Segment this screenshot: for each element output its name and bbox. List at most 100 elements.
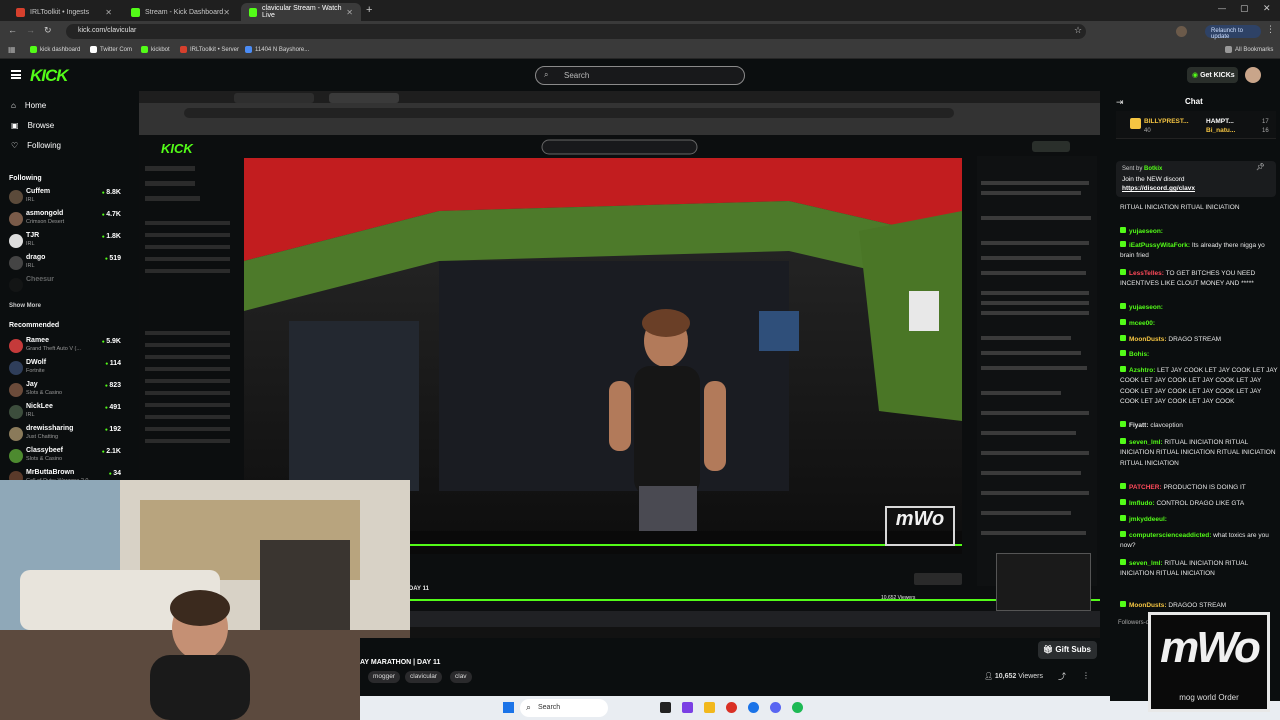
- all-bookmarks[interactable]: All Bookmarks: [1225, 46, 1273, 53]
- bookmark-kick-dashboard[interactable]: kick dashboard: [30, 46, 80, 53]
- sidebar-channel[interactable]: DWolf Fortnite 114: [9, 358, 121, 378]
- chat-username[interactable]: yujaeseon:: [1129, 228, 1163, 235]
- profile-avatar[interactable]: [1176, 26, 1187, 37]
- bookmark-twitter[interactable]: Twitter Com: [90, 46, 132, 53]
- chat-username[interactable]: seven_lml:: [1129, 439, 1163, 446]
- sidebar-channel[interactable]: Cheesur: [9, 275, 121, 295]
- app-icon[interactable]: [726, 702, 737, 713]
- kick-favicon-icon: [131, 7, 140, 17]
- chat-badge-icon: [1120, 366, 1126, 372]
- app-icon[interactable]: [682, 702, 693, 713]
- chat-username[interactable]: yujaeseon:: [1129, 304, 1163, 311]
- close-tab-icon[interactable]: ✕: [105, 8, 112, 17]
- menu-dots-icon[interactable]: ⋮: [1266, 24, 1275, 35]
- sidebar-channel[interactable]: Ramee Grand Theft Auto V (... 5.9K: [9, 336, 121, 356]
- user-avatar[interactable]: [1245, 67, 1261, 83]
- webcam-frame: [0, 480, 410, 720]
- watermark-subtext: mog world Order: [1179, 693, 1239, 702]
- spotify-icon[interactable]: [792, 702, 803, 713]
- bookmark-irltoolkit-server[interactable]: IRLToolkit • Server: [180, 46, 239, 53]
- pinned-message[interactable]: Sent by Botkix 📌︎ Join the NEW discord h…: [1116, 161, 1276, 197]
- chat-text: DRAGOO STREAM: [1168, 602, 1227, 609]
- taskbar-search[interactable]: ⌕ Search: [520, 699, 608, 717]
- nested-watermark-box: [996, 553, 1091, 611]
- browser-tab-clavicular[interactable]: clavicular Stream - Watch Live ✕: [241, 3, 361, 21]
- back-icon[interactable]: ←: [8, 25, 17, 35]
- browser-tab-bar: IRLToolkit • Ingests ✕ Stream - Kick Das…: [0, 0, 1280, 21]
- pinned-link[interactable]: https://discord.gg/clavx: [1122, 184, 1195, 194]
- get-kicks-button[interactable]: ◉ Get KICKs: [1187, 67, 1238, 83]
- sidebar-channel[interactable]: Classybeef Slots & Casino 2.1K: [9, 446, 121, 466]
- channel-category: Slots & Casino: [26, 456, 63, 462]
- tag-mogger[interactable]: mogger: [368, 671, 401, 683]
- nav-following[interactable]: ♡ Following: [11, 141, 61, 150]
- chat-username[interactable]: computerscienceaddicted:: [1129, 532, 1211, 539]
- viewers-label: Viewers: [1018, 673, 1043, 680]
- nav-home[interactable]: ⌂ Home: [11, 101, 46, 110]
- chat-username[interactable]: LessTelles:: [1129, 270, 1164, 277]
- kick-logo[interactable]: KICK: [30, 66, 69, 86]
- recommended-heading: Recommended: [9, 322, 60, 329]
- top-gifter-3[interactable]: Bi_natu...: [1206, 126, 1235, 136]
- channel-avatar: [9, 278, 23, 292]
- share-icon[interactable]: ⤴: [1058, 671, 1066, 682]
- browser-tab-kick-dashboard[interactable]: Stream - Kick Dashboard ✕: [123, 3, 238, 21]
- sidebar-channel[interactable]: asmongold Crimson Desert 4.7K: [9, 209, 121, 229]
- tag-clav[interactable]: clav: [450, 671, 472, 683]
- sidebar-channel[interactable]: Cuffem IRL 8.8K: [9, 187, 121, 207]
- chat-username[interactable]: Azshtro:: [1129, 367, 1155, 374]
- top-gifter-1-count: 40: [1144, 128, 1151, 134]
- chat-username[interactable]: PATCHER:: [1129, 484, 1162, 491]
- chat-username[interactable]: jmkyddeeul:: [1129, 516, 1167, 523]
- gift-subs-button[interactable]: 🎁︎ Gift Subs: [1038, 641, 1097, 659]
- windows-start-icon[interactable]: [503, 702, 514, 713]
- tag-clavicular[interactable]: clavicular: [405, 671, 443, 683]
- chat-username[interactable]: MoonDusts:: [1129, 602, 1167, 609]
- maximize-icon[interactable]: ▢: [1240, 3, 1249, 14]
- task-view-icon[interactable]: [660, 702, 671, 713]
- apps-grid-icon[interactable]: ▦: [8, 45, 16, 54]
- chat-username[interactable]: iEatPussyWitaFork:: [1129, 242, 1190, 249]
- nav-browse[interactable]: ▣ Browse: [11, 121, 54, 130]
- nav-label: Browse: [27, 121, 55, 130]
- chat-username[interactable]: lmfludo:: [1129, 500, 1155, 507]
- relaunch-button[interactable]: Relaunch to update: [1205, 25, 1261, 40]
- file-explorer-icon[interactable]: [704, 702, 715, 713]
- sidebar-channel[interactable]: drago IRL 519: [9, 253, 121, 273]
- chat-username[interactable]: Bohis:: [1129, 351, 1149, 358]
- chrome-icon[interactable]: [748, 702, 759, 713]
- close-tab-icon[interactable]: ✕: [346, 8, 353, 17]
- show-more-button[interactable]: Show More: [9, 303, 41, 309]
- sidebar-channel[interactable]: TJR IRL 1.8K: [9, 231, 121, 251]
- tab-label: Stream - Kick Dashboard: [145, 8, 224, 16]
- close-tab-icon[interactable]: ✕: [223, 8, 230, 17]
- browser-tab-irltoolkit[interactable]: IRLToolkit • Ingests ✕: [8, 3, 120, 21]
- chat-username[interactable]: Fiyatt:: [1129, 422, 1149, 429]
- sidebar-channel[interactable]: Jay Slots & Casino 823: [9, 380, 121, 400]
- new-tab-icon[interactable]: +: [366, 4, 372, 16]
- hamburger-menu-icon[interactable]: [11, 70, 21, 79]
- close-window-icon[interactable]: ✕: [1263, 3, 1271, 14]
- minimize-icon[interactable]: —: [1218, 4, 1226, 13]
- collapse-chat-icon[interactable]: ⇥: [1116, 97, 1124, 107]
- chat-username[interactable]: MoonDusts:: [1129, 336, 1167, 343]
- reload-icon[interactable]: ↻: [44, 25, 52, 36]
- discord-icon[interactable]: [770, 702, 781, 713]
- sidebar-channel[interactable]: drewissharing Just Chatting 192: [9, 424, 121, 444]
- pin-icon[interactable]: 📌︎: [1256, 163, 1265, 173]
- chat-badge-icon: [1120, 515, 1126, 521]
- bookmark-kickbot[interactable]: kickbot: [141, 46, 170, 53]
- forward-icon[interactable]: →: [26, 25, 35, 35]
- chat-username[interactable]: seven_lml:: [1129, 560, 1163, 567]
- url-field[interactable]: kick.com/clavicular: [66, 24, 1086, 39]
- bookmark-star-icon[interactable]: ☆: [1074, 25, 1082, 36]
- bookmark-bayshore[interactable]: 11404 N Bayshore...: [245, 46, 309, 53]
- more-options-icon[interactable]: ⋮: [1082, 671, 1090, 680]
- search-input[interactable]: ⌕ Search: [535, 66, 745, 85]
- tab-label: clavicular Stream - Watch Live: [262, 5, 342, 19]
- chat-username[interactable]: mcee00:: [1129, 320, 1155, 327]
- nav-label: Home: [24, 101, 47, 110]
- search-placeholder: Search: [564, 71, 590, 80]
- sidebar-channel[interactable]: NickLee IRL 491: [9, 402, 121, 422]
- viewer-count: 👤︎ 10,652 Viewers: [984, 672, 1043, 680]
